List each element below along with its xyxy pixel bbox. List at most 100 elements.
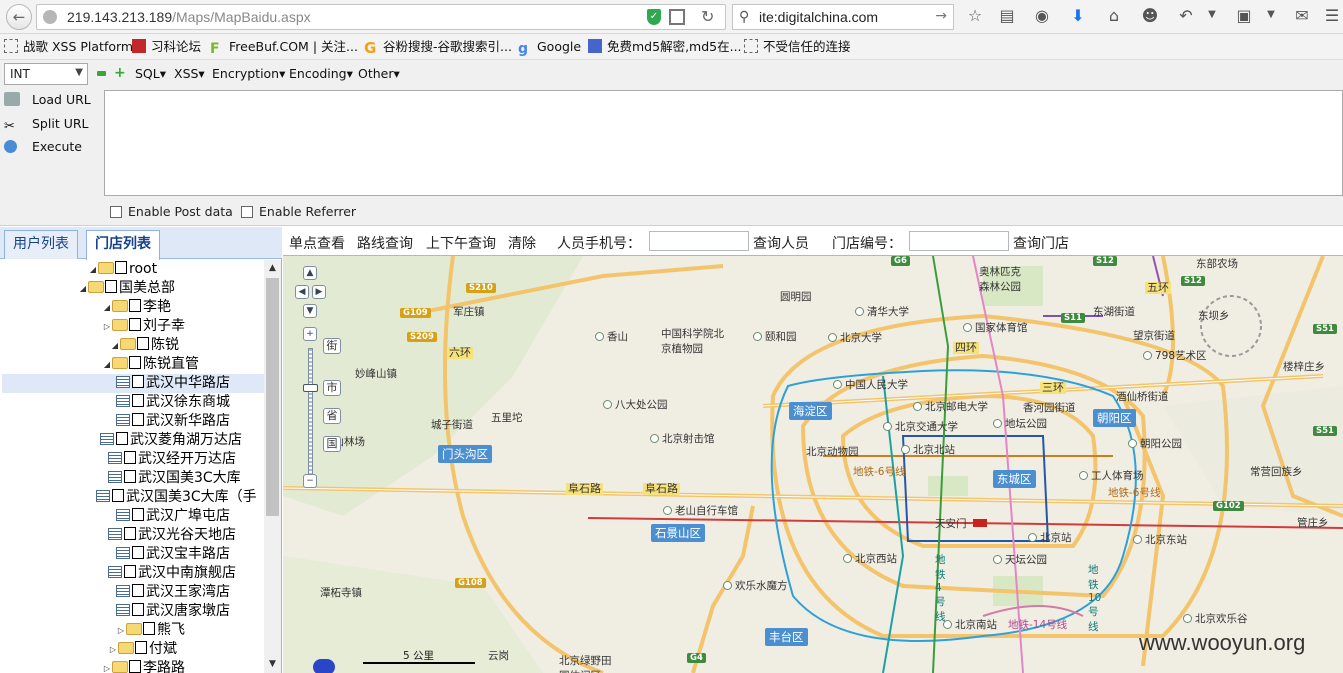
tree-checkbox[interactable] (132, 603, 144, 616)
enable-referrer-checkbox[interactable]: Enable Referrer (241, 204, 356, 219)
zoom-slider[interactable] (308, 348, 313, 482)
baidu-map[interactable]: G6 S210 G109 S209 S11 S12 S51 S51 G102 G… (283, 256, 1343, 673)
tree-checkbox[interactable] (124, 565, 136, 578)
district-label[interactable]: 东城区 (993, 470, 1036, 488)
single-view-link[interactable]: 单点查看 (289, 233, 345, 253)
tree-node[interactable]: ▷ 付斌 (108, 640, 177, 659)
tree-checkbox[interactable] (135, 641, 147, 654)
load-url-button[interactable]: Load URL (4, 92, 91, 107)
zoom-street-button[interactable]: 街 (323, 338, 341, 354)
pan-right-icon[interactable]: ▶ (312, 285, 326, 299)
tree-checkbox[interactable] (132, 508, 144, 521)
tree-node[interactable]: 武汉宝丰路店 (116, 545, 230, 564)
zoom-in-icon[interactable]: + (303, 327, 317, 341)
expand-toggle-icon[interactable]: ▷ (108, 640, 118, 659)
menu-other[interactable]: Other▾ (358, 66, 400, 81)
plus-icon[interactable]: + (114, 66, 126, 80)
expand-toggle-icon[interactable]: ◢ (78, 279, 88, 298)
pan-down-icon[interactable]: ▼ (303, 304, 317, 318)
tree-checkbox[interactable] (112, 489, 124, 502)
bookmark-gfsoso[interactable]: G 谷粉搜搜-谷歌搜索引... (364, 38, 512, 56)
scroll-thumb[interactable] (266, 278, 279, 516)
district-label[interactable]: 朝阳区 (1093, 409, 1136, 427)
expand-toggle-icon[interactable]: ▷ (102, 659, 112, 673)
ampm-query-link[interactable]: 上下午查询 (426, 233, 496, 253)
expand-toggle-icon[interactable]: ◢ (110, 336, 120, 355)
chevron-down-icon[interactable]: ▼ (1202, 9, 1222, 20)
menu-xss[interactable]: XSS▾ (174, 66, 205, 81)
tree-checkbox[interactable] (129, 299, 141, 312)
bookmark-google[interactable]: g Google (518, 38, 581, 56)
search-input[interactable]: ite:digitalchina.com (759, 9, 878, 25)
tree-node[interactable]: ▷ 刘子幸 (102, 317, 185, 336)
clear-link[interactable]: 清除 (508, 233, 536, 253)
tree-node[interactable]: 武汉国美3C大库 (108, 469, 241, 488)
url-textarea[interactable] (104, 90, 1343, 196)
bookmark-md5[interactable]: 免费md5解密,md5在... (588, 38, 742, 56)
tree-node[interactable]: 武汉王家湾店 (116, 583, 230, 602)
expand-toggle-icon[interactable]: ▷ (116, 621, 126, 640)
enable-post-checkbox[interactable]: Enable Post data (110, 204, 233, 219)
execute-button[interactable]: Execute (4, 139, 82, 154)
tree-scrollbar[interactable]: ▲ ▼ (264, 260, 281, 673)
tree-checkbox[interactable] (116, 432, 128, 445)
tree-checkbox[interactable] (132, 584, 144, 597)
route-query-link[interactable]: 路线查询 (357, 233, 413, 253)
bookmark-slc[interactable]: 习科论坛 (132, 38, 201, 56)
reader-icon[interactable]: ▤ (997, 6, 1017, 25)
tree-checkbox[interactable] (124, 451, 136, 464)
smiley-icon[interactable]: ☻ (1140, 6, 1160, 25)
address-bar[interactable]: 219.143.213.189/Maps/MapBaidu.aspx ✓ ↻ (36, 4, 726, 30)
tree-node[interactable]: 武汉徐东商城 (116, 393, 230, 412)
tree-node[interactable]: 武汉经开万达店 (108, 450, 236, 469)
tree-checkbox[interactable] (124, 470, 136, 483)
tab-store-list[interactable]: 门店列表 (86, 230, 160, 260)
district-label[interactable]: 石景山区 (651, 524, 705, 542)
tree-node[interactable]: ◢ 李艳 (102, 298, 171, 317)
tree-node[interactable]: 武汉中南旗舰店 (108, 564, 236, 583)
phone-input[interactable] (649, 231, 749, 251)
star-icon[interactable]: ☆ (965, 6, 985, 25)
scroll-up-icon[interactable]: ▲ (264, 260, 281, 277)
tree-checkbox[interactable] (129, 318, 141, 331)
district-label[interactable]: 丰台区 (765, 628, 808, 646)
tree-checkbox[interactable] (137, 337, 149, 350)
home-icon[interactable]: ⌂ (1104, 6, 1124, 25)
zoom-out-icon[interactable]: − (303, 474, 317, 488)
tree-node[interactable]: ◢ 国美总部 (78, 279, 175, 298)
crop-icon[interactable]: ▣ (1234, 6, 1254, 25)
district-label[interactable]: 海淀区 (789, 402, 832, 420)
download-icon[interactable]: ⬇ (1068, 6, 1088, 25)
arrow-right-icon[interactable]: → (935, 8, 947, 24)
tree-checkbox[interactable] (132, 413, 144, 426)
tree-checkbox[interactable] (132, 394, 144, 407)
pocket-icon[interactable]: ◉ (1032, 6, 1052, 25)
zoom-province-button[interactable]: 省 (323, 408, 341, 424)
minus-icon[interactable] (97, 71, 106, 76)
bookmark-xss[interactable]: 战歌 XSS Platform (4, 38, 133, 56)
tree-checkbox[interactable] (129, 660, 141, 673)
district-label[interactable]: 门头沟区 (438, 445, 492, 463)
undo-icon[interactable]: ↶ (1176, 6, 1196, 25)
zoom-country-button[interactable]: 国 (323, 436, 341, 452)
menu-sql[interactable]: SQL▾ (135, 66, 166, 81)
tree-node[interactable]: 武汉广埠屯店 (116, 507, 230, 526)
store-input[interactable] (909, 231, 1009, 251)
menu-encoding[interactable]: Encoding▾ (289, 66, 353, 81)
tree-checkbox[interactable] (115, 261, 127, 274)
chat-icon[interactable]: ✉ (1292, 6, 1312, 25)
tree-node[interactable]: ▷ 李路路 (102, 659, 185, 673)
query-person-button[interactable]: 查询人员 (753, 233, 809, 253)
tree-checkbox[interactable] (132, 375, 144, 388)
tree-checkbox[interactable] (105, 280, 117, 293)
bookmark-freebuf[interactable]: F FreeBuf.COM | 关注... (210, 38, 358, 56)
tree-node[interactable]: 武汉菱角湖万达店 (100, 431, 242, 450)
tree-node[interactable]: 武汉光谷天地店 (108, 526, 236, 545)
checkbox[interactable] (110, 206, 122, 218)
zoom-handle[interactable] (303, 384, 318, 392)
tree-node[interactable]: ◢ 陈锐 (110, 336, 179, 355)
tree-node[interactable]: ◢ root (88, 260, 157, 279)
tree-node[interactable]: ◢ 陈锐直管 (102, 355, 199, 374)
expand-toggle-icon[interactable]: ▷ (102, 317, 112, 336)
tree-checkbox[interactable] (132, 546, 144, 559)
